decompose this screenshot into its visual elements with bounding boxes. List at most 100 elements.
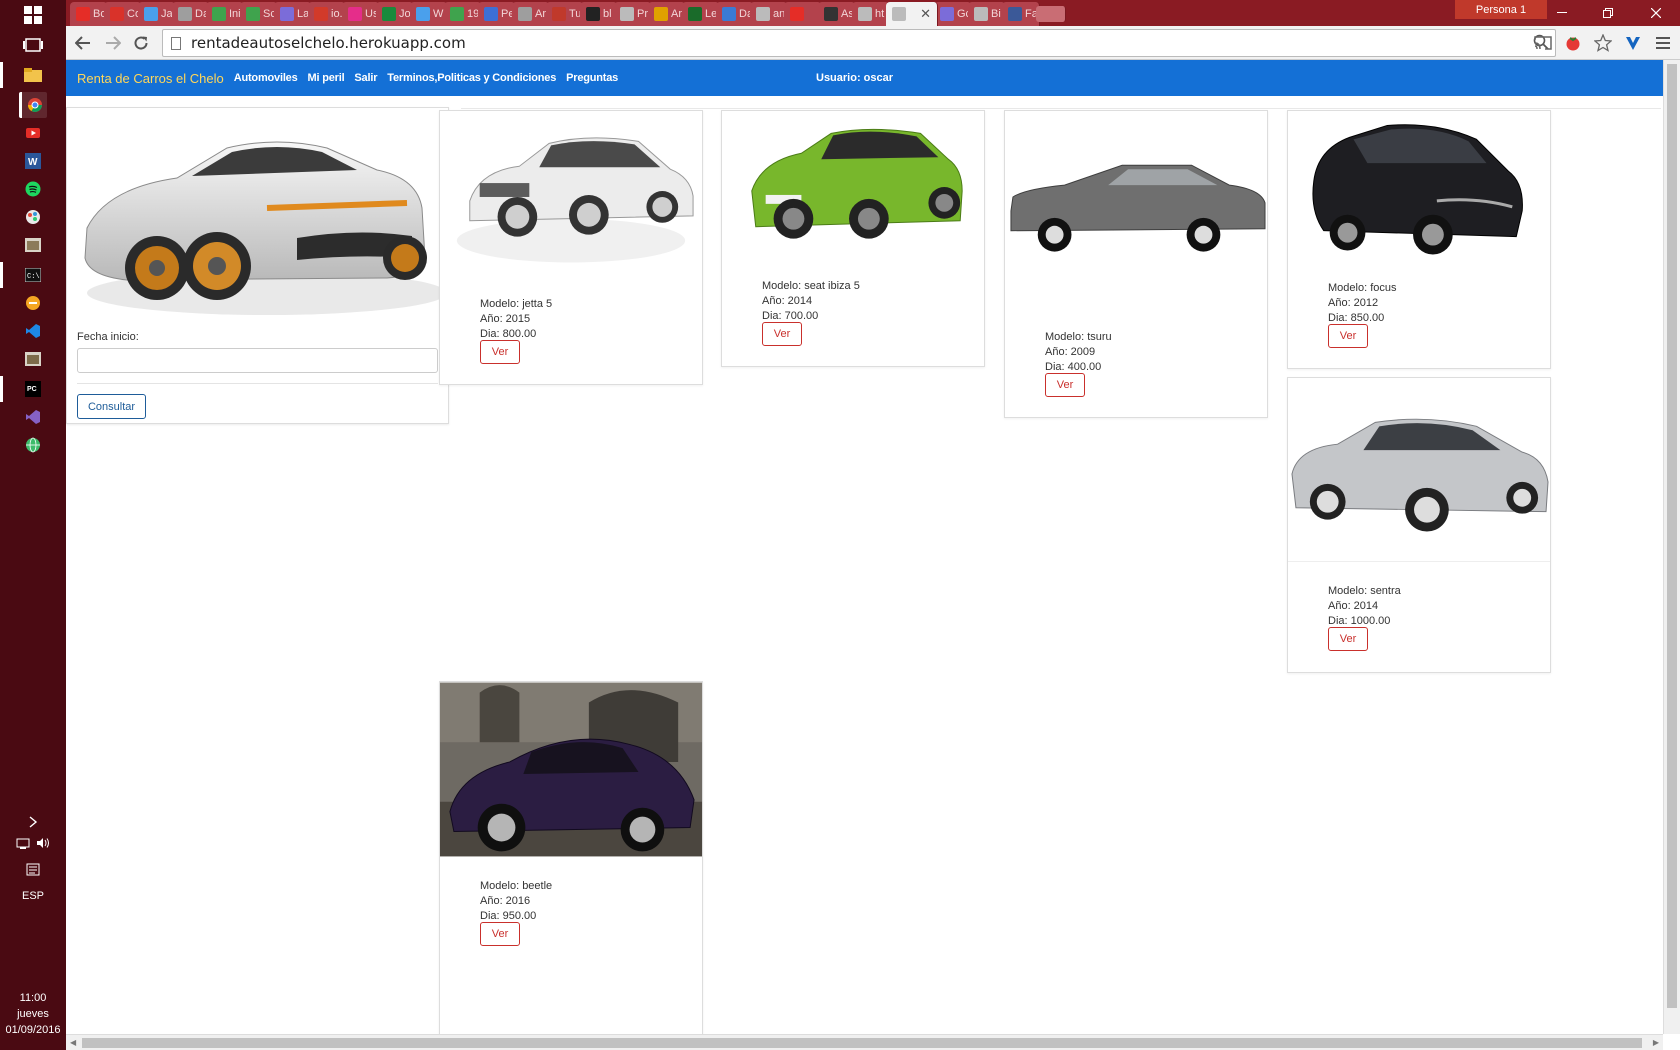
svg-text:PC: PC [27,386,37,393]
close-window-button[interactable] [1631,0,1680,26]
windows-start-icon[interactable] [19,2,47,28]
minimize-button[interactable] [1539,0,1585,26]
browser-tab[interactable]: Ar [648,2,686,26]
ver-button[interactable]: Ver [480,922,520,946]
horizontal-scrollbar[interactable]: ◀ ▶ [66,1034,1663,1050]
youtube-icon [76,7,90,21]
consultar-button[interactable]: Consultar [77,394,146,419]
scroll-left-icon[interactable]: ◀ [70,1038,76,1047]
site-brand[interactable]: Renta de Carros el Chelo [77,71,224,86]
browser-tab[interactable]: Pe [478,2,516,26]
browser-tab[interactable]: Le [682,2,720,26]
profile-label: Persona 1 [1475,3,1527,16]
pycharm-icon[interactable]: PC [19,376,47,402]
chrome-taskbar-icon[interactable] [19,92,47,118]
browser-tab[interactable]: As [818,2,856,26]
volume-icon[interactable] [36,837,50,852]
vertical-scrollbar[interactable] [1663,60,1680,1034]
tab-title: Jo [399,8,411,20]
scrollbar-thumb[interactable] [82,1038,1642,1048]
browser-tab[interactable]: Sc [240,2,278,26]
browser-tab[interactable]: Us [342,2,380,26]
browser-tab[interactable]: ht [852,2,890,26]
vscode-icon[interactable] [19,318,47,344]
clock[interactable]: 11:00 jueves 01/09/2016 [0,990,66,1038]
terminal-icon[interactable]: C:\ [19,262,47,288]
network-icon[interactable] [16,837,30,852]
cast-icon[interactable] [1532,32,1554,54]
ver-button[interactable]: Ver [1045,373,1085,397]
green-leaf-icon [246,7,260,21]
bookmark-star-icon[interactable] [1592,32,1614,54]
app-window-icon[interactable] [19,232,47,258]
browser-tab[interactable]: ✕ [886,2,938,26]
task-view-icon[interactable] [19,32,47,58]
globe-icon[interactable] [19,432,47,458]
app-window-icon-2[interactable] [19,346,47,372]
file-explorer-icon[interactable] [19,62,47,88]
browser-tab[interactable]: Da [172,2,210,26]
leaf-icon [450,7,464,21]
show-hidden-icons-chevron-icon[interactable] [0,816,66,828]
browser-tab[interactable]: io. [308,2,346,26]
ver-button[interactable]: Ver [480,340,520,364]
nav-link-automoviles[interactable]: Automoviles [234,72,298,84]
ver-button[interactable]: Ver [1328,324,1368,348]
browser-tab[interactable]: Bo [70,2,108,26]
browser-tab[interactable] [784,2,822,26]
nav-link-mi-perfil[interactable]: Mi peril [308,72,345,84]
browser-tab[interactable]: Co [104,2,142,26]
reload-button[interactable] [130,32,152,54]
car-anio: Año: 2009 [1045,346,1096,358]
browser-tab[interactable]: Da [716,2,754,26]
browser-tab[interactable]: bl [580,2,618,26]
divider [1288,561,1550,562]
browser-tab[interactable]: Fa [1002,2,1040,26]
action-center-icon[interactable] [0,863,66,877]
scroll-right-icon[interactable]: ▶ [1653,1038,1659,1047]
browser-tab[interactable]: 19 [444,2,482,26]
browser-tab[interactable]: Tu [546,2,584,26]
car-card-seat-ibiza: Modelo: seat ibiza 5 Año: 2014 Dia: 700.… [721,110,985,367]
browser-tab[interactable]: Bi [968,2,1006,26]
browser-tab[interactable]: Jo [376,2,414,26]
address-bar[interactable]: rentadeautoselchelo.herokuapp.com [162,29,1556,57]
yellow-circle-icon[interactable] [19,290,47,316]
svg-text:W: W [28,157,38,168]
nav-link-salir[interactable]: Salir [354,72,377,84]
tomato-extension-icon[interactable] [1562,32,1584,54]
car-card-focus: Modelo: focus Año: 2012 Dia: 850.00 Ver [1287,110,1551,369]
fecha-inicio-input[interactable] [77,348,438,373]
browser-tab[interactable]: an [750,2,788,26]
spotify-icon[interactable] [19,176,47,202]
chrome-menu-icon[interactable] [1652,32,1674,54]
tab-title: W [433,8,444,20]
nav-link-terminos[interactable]: Terminos,Politicas y Condiciones [387,72,556,84]
profile-button[interactable]: Persona 1 [1455,0,1547,19]
word-icon[interactable]: W [19,148,47,174]
car-card-beetle: Modelo: beetle Año: 2016 Dia: 950.00 Ver [439,681,703,1034]
browser-tab[interactable]: Gc [934,2,972,26]
scrollbar-thumb[interactable] [1667,64,1677,1008]
chevron-icon [722,7,736,21]
paint-icon[interactable] [19,204,47,230]
input-language[interactable]: ESP [0,890,66,902]
new-tab-button[interactable] [1036,6,1066,22]
browser-tab[interactable]: Pr [614,2,652,26]
ver-button[interactable]: Ver [762,322,802,346]
youtube-taskbar-icon[interactable] [19,120,47,146]
restore-button[interactable] [1585,0,1631,26]
browser-tab[interactable]: W [410,2,448,26]
nav-link-preguntas[interactable]: Preguntas [566,72,618,84]
vpn-extension-icon[interactable] [1622,32,1644,54]
forward-button[interactable] [102,32,124,54]
back-button[interactable] [72,32,94,54]
browser-tab[interactable]: Ar [512,2,550,26]
close-tab-icon[interactable]: ✕ [920,6,931,22]
visual-studio-icon[interactable] [19,404,47,430]
browser-tab[interactable]: Jaj [138,2,176,26]
ver-button[interactable]: Ver [1328,627,1368,651]
browser-tab[interactable]: La [274,2,312,26]
youtube-icon [790,7,804,21]
browser-tab[interactable]: Ini [206,2,244,26]
